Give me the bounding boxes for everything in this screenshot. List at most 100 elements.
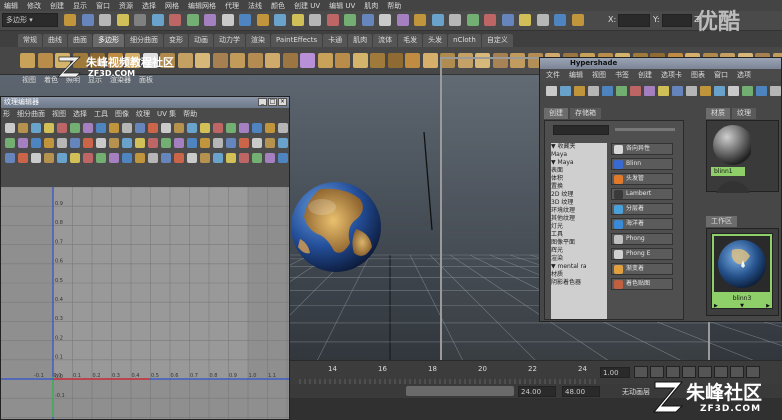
uv-tool-icon[interactable] (174, 153, 184, 163)
range-slider-handle[interactable] (406, 386, 514, 396)
menu-item[interactable]: 创建 UV (294, 1, 320, 11)
status-tool-icon[interactable] (239, 14, 251, 26)
hypershade-menu-item[interactable]: 文件 (546, 70, 560, 80)
shelf-tab[interactable]: 头发 (423, 34, 448, 47)
earth-sphere[interactable] (290, 181, 382, 273)
shelf-tab[interactable]: 曲线 (43, 34, 67, 47)
uv-tool-icon[interactable] (18, 138, 28, 148)
hypershade-titlebar[interactable]: Hypershade (540, 58, 781, 69)
hypershade-tool-icon[interactable] (700, 86, 711, 96)
status-tool-icon[interactable] (64, 14, 76, 26)
uv-tool-icon[interactable] (57, 138, 67, 148)
uv-tool-icon[interactable] (96, 138, 106, 148)
uv-tool-icon[interactable] (278, 153, 288, 163)
hypershade-tool-icon[interactable] (574, 86, 585, 96)
uv-tool-icon[interactable] (135, 153, 145, 163)
shelf-tool-icon[interactable] (230, 53, 245, 68)
node-category-tree[interactable]: ▼ 收藏夹 Maya ▼ Maya 表面 体积 置换 2D 纹理 3D 纹理 环境… (551, 143, 607, 319)
status-tool-icon[interactable] (309, 14, 321, 26)
uv-tool-icon[interactable] (148, 138, 158, 148)
hypershade-menu-item[interactable]: 图表 (691, 70, 705, 80)
uv-tool-icon[interactable] (135, 123, 145, 133)
uv-tool-icon[interactable] (96, 153, 106, 163)
x-field[interactable] (618, 14, 650, 27)
shelf-tab[interactable]: 动画 (189, 34, 213, 47)
shelf-tab[interactable]: 常规 (18, 34, 42, 47)
uv-tool-icon[interactable] (5, 123, 15, 133)
tree-item[interactable]: 3D 纹理 (551, 199, 607, 207)
status-tool-icon[interactable] (99, 14, 111, 26)
range-start-field[interactable]: 24.00 (518, 386, 556, 397)
shader-node-button[interactable]: 各向异性 (611, 143, 673, 155)
shelf-tab[interactable]: nCloth (448, 34, 481, 47)
tree-item[interactable]: ▼ mental ra (551, 263, 607, 271)
shelf-tab[interactable]: 肌肉 (348, 34, 373, 47)
menu-item[interactable]: 颜色 (271, 1, 285, 11)
tree-item[interactable]: 灯光 (551, 223, 607, 231)
menu-item[interactable]: 选择 (142, 1, 156, 11)
status-tool-icon[interactable] (186, 14, 199, 26)
tree-item[interactable]: Maya (551, 151, 607, 159)
uv-tool-icon[interactable] (122, 123, 132, 133)
uv-tool-icon[interactable] (5, 153, 15, 163)
shelf-tab[interactable]: 变形 (164, 34, 188, 47)
uv-tool-icon[interactable] (96, 123, 106, 133)
hypershade-menu-item[interactable]: 视图 (592, 70, 606, 80)
work-area-tab[interactable]: 工作区 (706, 216, 737, 227)
create-tab[interactable]: 存储箱 (570, 108, 601, 119)
shelf-tab[interactable]: 细分曲面 (125, 34, 163, 47)
shader-node-button[interactable]: Phong (611, 233, 673, 245)
uv-tool-icon[interactable] (239, 153, 249, 163)
menu-item[interactable]: 显示 (73, 1, 87, 11)
uv-menu-item[interactable]: 帮助 (183, 109, 197, 119)
hypershade-tool-icon[interactable] (714, 86, 725, 96)
status-tool-icon[interactable] (151, 14, 164, 26)
shelf-tab[interactable]: 曲面 (68, 34, 92, 47)
tree-item[interactable]: 工具 (551, 231, 607, 239)
status-tool-icon[interactable] (221, 14, 234, 26)
shelf-tab[interactable]: 卡通 (323, 34, 348, 47)
menu-item[interactable]: 网格 (165, 1, 179, 11)
status-tool-icon[interactable] (256, 14, 269, 26)
status-tool-icon[interactable] (379, 14, 391, 26)
uv-tool-icon[interactable] (265, 153, 275, 163)
menu-item[interactable]: 创建 (50, 1, 64, 11)
uv-tool-icon[interactable] (109, 138, 119, 148)
uv-tool-icon[interactable] (239, 123, 249, 133)
uv-tool-icon[interactable] (161, 123, 171, 133)
uv-tool-icon[interactable] (135, 138, 145, 148)
status-tool-icon[interactable] (116, 14, 129, 26)
uv-tool-icon[interactable] (226, 138, 236, 148)
hypershade-tool-icon[interactable] (728, 86, 739, 96)
status-tool-icon[interactable] (554, 14, 566, 26)
tree-item[interactable]: 阴影着色器 (551, 279, 607, 287)
minimize-button[interactable]: _ (258, 98, 267, 106)
uv-tool-icon[interactable] (187, 153, 197, 163)
uv-tool-icon[interactable] (213, 138, 223, 148)
shelf-tab[interactable]: 渲染 (246, 34, 270, 47)
uv-tool-icon[interactable] (252, 123, 262, 133)
uv-tool-icon[interactable] (57, 153, 67, 163)
menu-item[interactable]: 编辑网格 (188, 1, 216, 11)
hypershade-menu-item[interactable]: 创建 (638, 70, 652, 80)
hypershade-tool-icon[interactable] (672, 86, 683, 96)
uv-tool-icon[interactable] (122, 153, 132, 163)
shelf-tab[interactable]: 流体 (373, 34, 398, 47)
mode-selector[interactable]: 多边形 ▾ (2, 13, 58, 27)
uv-tool-icon[interactable] (70, 153, 80, 163)
shelf-tab[interactable]: 自定义 (481, 34, 513, 47)
hypershade-tool-icon[interactable] (770, 86, 781, 96)
status-tool-icon[interactable] (134, 14, 146, 26)
uv-tool-icon[interactable] (213, 153, 223, 163)
status-tool-icon[interactable] (81, 14, 94, 26)
shelf-tool-icon[interactable] (335, 53, 350, 68)
menu-item[interactable]: 编辑 (4, 1, 18, 11)
uv-tool-icon[interactable] (200, 153, 210, 163)
shelf-tool-icon[interactable] (37, 53, 53, 68)
shelf-tool-icon[interactable] (422, 53, 438, 68)
hypershade-tool-icon[interactable] (686, 86, 697, 96)
tree-item[interactable]: 材质 (551, 271, 607, 279)
uv-grid[interactable]: 0.9 0.8 0.7 0.6 0.5 0.4 0.3 0.2 0.1 0.0 -0.1 -0.1 0.… (1, 187, 289, 419)
uv-menu-item[interactable]: 图像 (115, 109, 129, 119)
uv-tool-icon[interactable] (187, 138, 197, 148)
